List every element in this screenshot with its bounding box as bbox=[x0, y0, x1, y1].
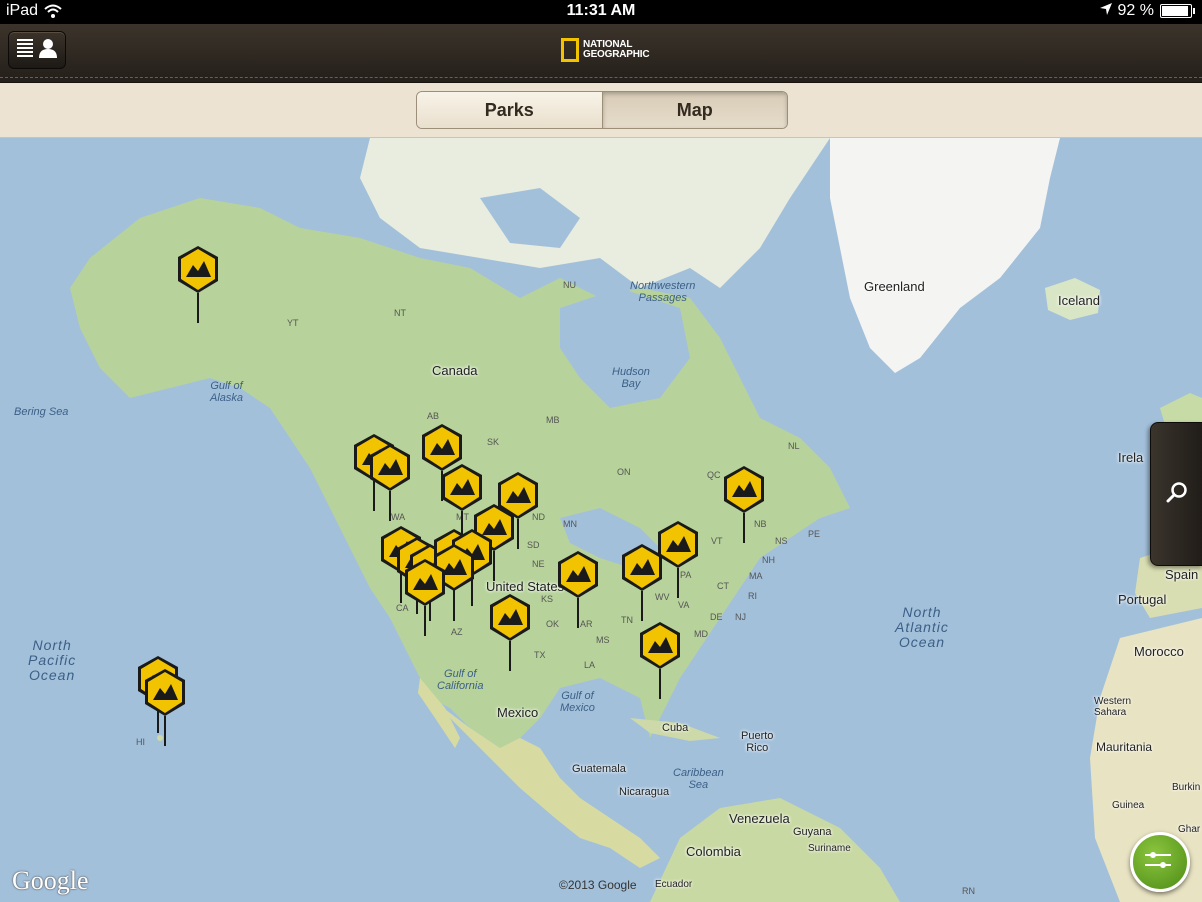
natgeo-frame-icon bbox=[561, 38, 579, 62]
label-az: AZ bbox=[451, 627, 463, 637]
label-nj: NJ bbox=[735, 612, 746, 622]
label-tx: TX bbox=[534, 650, 546, 660]
tab-map[interactable]: Map bbox=[602, 92, 787, 128]
label-colombia: Colombia bbox=[686, 844, 741, 859]
profile-icon bbox=[39, 38, 57, 63]
label-ks: KS bbox=[541, 594, 554, 604]
label-western-sahara: Western Sahara bbox=[1094, 696, 1132, 718]
nav-bar: NATIONAL GEOGRAPHIC bbox=[0, 24, 1202, 83]
label-la: LA bbox=[584, 660, 596, 670]
label-burkina: Burkin bbox=[1172, 782, 1201, 793]
label-vt: VT bbox=[711, 536, 723, 546]
sliders-icon bbox=[1145, 849, 1171, 876]
label-caribbean-sea: Caribbean Sea bbox=[673, 767, 724, 791]
label-gulf-california: Gulf of California bbox=[437, 668, 484, 692]
park-pin[interactable] bbox=[656, 520, 700, 600]
label-ct: CT bbox=[717, 581, 729, 591]
park-pin[interactable] bbox=[556, 550, 600, 630]
status-bar: iPad 11:31 AM 92 % bbox=[0, 0, 1202, 24]
park-pin[interactable] bbox=[722, 465, 766, 545]
label-puerto-rico: Puerto Rico bbox=[741, 730, 774, 754]
label-hudson-bay: Hudson Bay bbox=[612, 366, 650, 390]
search-icon bbox=[1166, 481, 1188, 508]
label-on: ON bbox=[617, 467, 631, 477]
label-bering-sea: Bering Sea bbox=[14, 406, 69, 418]
park-pin[interactable] bbox=[638, 621, 682, 701]
google-logo: Google bbox=[12, 866, 89, 895]
battery-percent: 92 % bbox=[1117, 2, 1154, 19]
label-nh: NH bbox=[762, 555, 775, 565]
label-ns: NS bbox=[775, 536, 788, 546]
park-pin[interactable] bbox=[403, 558, 447, 638]
label-canada: Canada bbox=[432, 363, 478, 378]
clock: 11:31 AM bbox=[566, 2, 636, 19]
label-nl: NL bbox=[788, 441, 800, 451]
label-yt: YT bbox=[287, 318, 299, 328]
label-de: DE bbox=[710, 612, 723, 622]
label-mn: MN bbox=[563, 519, 577, 529]
label-md: MD bbox=[694, 629, 708, 639]
label-qc: QC bbox=[707, 470, 721, 480]
list-icon bbox=[17, 38, 33, 63]
label-guyana: Guyana bbox=[793, 826, 832, 838]
label-nt: NT bbox=[394, 308, 406, 318]
label-spain: Spain bbox=[1165, 567, 1199, 582]
label-ghana: Ghar bbox=[1178, 824, 1201, 835]
label-ma: MA bbox=[749, 571, 763, 581]
label-ne: NE bbox=[532, 559, 545, 569]
filter-button[interactable] bbox=[1130, 832, 1190, 892]
label-mexico: Mexico bbox=[497, 705, 539, 720]
tab-parks[interactable]: Parks bbox=[417, 92, 603, 128]
label-cuba: Cuba bbox=[662, 722, 689, 734]
label-nicaragua: Nicaragua bbox=[619, 786, 670, 798]
natgeo-logo: NATIONAL GEOGRAPHIC bbox=[561, 38, 650, 62]
label-venezuela: Venezuela bbox=[729, 811, 790, 826]
segmented-control: Parks Map bbox=[416, 91, 788, 129]
label-gulf-alaska: Gulf of Alaska bbox=[210, 380, 244, 404]
label-northwestern-passages: Northwestern Passages bbox=[630, 280, 696, 304]
park-pin[interactable] bbox=[176, 245, 220, 325]
label-north-pacific: North Pacific Ocean bbox=[28, 637, 77, 683]
segment-bar: Parks Map bbox=[0, 83, 1202, 138]
map-copyright: ©2013 Google bbox=[559, 878, 637, 892]
label-mb: MB bbox=[546, 415, 560, 425]
battery-fill bbox=[1162, 6, 1188, 16]
location-arrow-icon bbox=[1099, 2, 1112, 20]
battery-icon bbox=[1160, 4, 1195, 18]
label-ms: MS bbox=[596, 635, 610, 645]
label-gulf-mexico: Gulf of Mexico bbox=[560, 690, 595, 714]
label-rn: RN bbox=[962, 886, 975, 896]
park-pin[interactable] bbox=[368, 443, 412, 523]
label-guatemala: Guatemala bbox=[572, 763, 626, 775]
label-greenland: Greenland bbox=[864, 279, 925, 294]
label-guinea: Guinea bbox=[1112, 800, 1145, 811]
park-pin[interactable] bbox=[488, 593, 532, 673]
label-north-atlantic: North Atlantic Ocean bbox=[895, 604, 949, 650]
label-ri: RI bbox=[748, 591, 757, 601]
search-drawer-button[interactable] bbox=[1150, 422, 1202, 566]
menu-button[interactable] bbox=[8, 31, 66, 69]
label-nu: NU bbox=[563, 280, 576, 290]
map-view[interactable]: North Pacific Ocean North Atlantic Ocean… bbox=[0, 138, 1202, 902]
park-pin[interactable] bbox=[143, 668, 187, 748]
label-va: VA bbox=[678, 600, 690, 610]
label-morocco: Morocco bbox=[1134, 644, 1184, 659]
label-sk: SK bbox=[487, 437, 500, 447]
label-suriname: Suriname bbox=[808, 843, 851, 854]
label-iceland: Iceland bbox=[1058, 293, 1100, 308]
label-ab: AB bbox=[427, 411, 440, 421]
label-pe: PE bbox=[808, 529, 821, 539]
label-mauritania: Mauritania bbox=[1096, 740, 1153, 754]
label-ecuador: Ecuador bbox=[655, 879, 693, 890]
label-ireland: Irela bbox=[1118, 450, 1144, 465]
label-portugal: Portugal bbox=[1118, 592, 1167, 607]
